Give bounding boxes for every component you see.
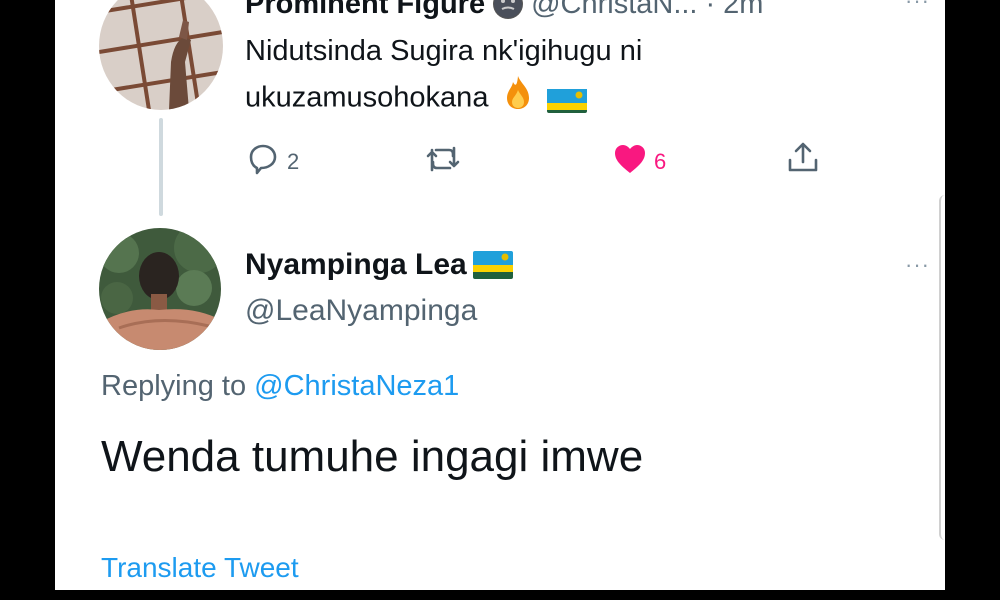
rwanda-flag-icon — [472, 251, 513, 279]
fire-emoji-icon — [503, 74, 533, 124]
tweet1-separator: · — [705, 0, 716, 20]
more-icon[interactable]: ··· — [905, 252, 930, 278]
tweet1-timestamp[interactable]: 2m — [723, 0, 763, 21]
retweet-icon — [423, 142, 463, 181]
replying-to-line: Replying to @ChristaNeza1 — [101, 370, 459, 403]
more-icon[interactable]: ··· — [905, 0, 930, 14]
reply-icon — [245, 142, 281, 181]
like-count: 6 — [654, 148, 667, 174]
tweet1-text: Nidutsinda Sugira nk'igihugu ni ukuzamus… — [245, 28, 745, 124]
reply-count: 2 — [287, 148, 300, 174]
tweet1-handle[interactable]: @ChristaN... — [531, 0, 697, 21]
reply-button[interactable]: 2 — [245, 142, 299, 181]
replying-to-handle-link[interactable]: @ChristaNeza1 — [254, 370, 459, 402]
tweet2-text: Wenda tumuhe ingagi imwe — [101, 432, 644, 481]
tweet1-author-name[interactable]: Prominent Figure — [245, 0, 485, 21]
retweet-button[interactable] — [423, 142, 463, 181]
avatar-nyampinga-lea[interactable] — [99, 228, 221, 350]
scrollbar[interactable] — [939, 195, 945, 540]
share-icon — [785, 140, 821, 181]
tweet1-action-bar: 2 6 — [245, 140, 825, 180]
translate-tweet-link[interactable]: Translate Tweet — [101, 552, 299, 584]
avatar-prominent-figure[interactable] — [99, 0, 223, 110]
tweet2-handle[interactable]: @LeaNyampinga — [245, 294, 477, 328]
tweet2-author: Nyampinga Lea — [245, 248, 513, 282]
like-button[interactable]: 6 — [612, 142, 666, 181]
tweet1-header: Prominent Figure @ChristaN... · 2m — [245, 0, 763, 22]
replying-prefix: Replying to — [101, 370, 247, 402]
tweet2-author-name[interactable]: Nyampinga Lea — [245, 248, 467, 282]
share-button[interactable] — [785, 140, 821, 181]
like-icon — [612, 142, 648, 181]
face-emoji-icon — [493, 0, 524, 19]
thread-connector-line — [159, 118, 163, 216]
rwanda-flag-icon — [546, 85, 587, 113]
tweet-thread-screen: Prominent Figure @ChristaN... · 2m ··· N… — [55, 0, 945, 590]
